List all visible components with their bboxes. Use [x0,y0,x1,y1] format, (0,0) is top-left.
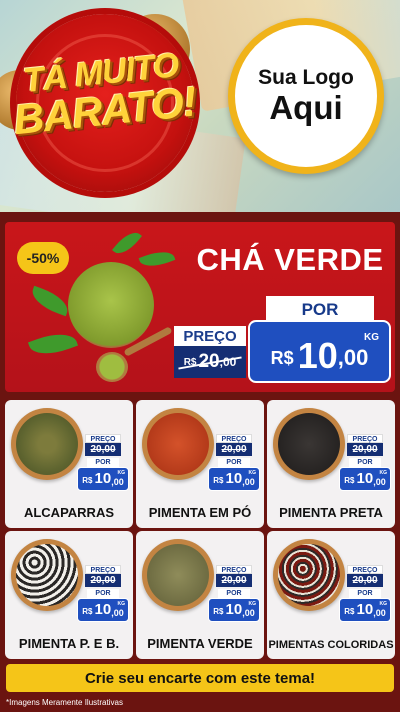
product-name: PIMENTA EM PÓ [148,505,252,520]
product-card[interactable]: PREÇO 20,00 POR R$ 10,00 KG PIMENTA VERDE [136,531,264,659]
product-card[interactable]: PREÇO 20,00 POR R$ 10,00 KG PIMENTAS COLORIDAS [267,531,395,659]
price-unit: KG [248,601,257,607]
new-price: R$ 10,00 KG [77,467,129,491]
new-price-label: POR [218,589,250,598]
product-name: PIMENTA PRETA [279,505,383,520]
new-price: R$ 10 ,00 KG [248,320,391,383]
product-name: PIMENTA P. E B. [18,636,120,651]
product-name: PIMENTAS COLORIDAS [268,639,394,651]
featured-product-name: CHÁ VERDE [196,242,384,277]
old-price: 20,00 [85,443,121,456]
product-card[interactable]: PREÇO 20,00 POR R$ 10,00 KG PIMENTA EM PÓ [136,400,264,528]
price-unit: KG [117,601,126,607]
new-price-label: POR [349,458,381,467]
product-image [142,539,214,611]
new-price: R$ 10,00 KG [208,467,260,491]
new-price-label: POR [349,589,381,598]
product-image [11,408,83,480]
old-price-label: PREÇO [216,434,252,443]
new-price: R$ 10,00 KG [339,598,391,622]
old-price: 20,00 [216,443,252,456]
discount-badge: -50% [17,242,69,274]
product-image [273,408,345,480]
old-price-label: PREÇO [347,434,383,443]
old-price: 20,00 [347,574,383,587]
logo-placeholder[interactable]: Sua Logo Aqui [228,18,384,174]
product-image [142,408,214,480]
old-price-label: PREÇO [85,434,121,443]
disclaimer-text: *Imagens Meramente Ilustrativas [6,698,123,707]
logo-text-line-1: Sua Logo [258,66,354,89]
product-card[interactable]: PREÇO 20,00 POR R$ 10,00 KG PIMENTA P. E B. [5,531,133,659]
header-banner: TÁ MUITO BARATO! Sua Logo Aqui [0,0,400,212]
new-price: R$ 10,00 KG [339,467,391,491]
old-price-box: PREÇO R$ 20 ,00 [174,326,246,378]
product-name: PIMENTA VERDE [147,636,253,651]
product-image [11,539,83,611]
price-unit: KG [379,601,388,607]
green-tea-bowl-image [68,262,154,348]
old-price: 20,00 [85,574,121,587]
new-price-label: POR [87,589,119,598]
new-price-label: POR [218,458,250,467]
tea-spoon-image [96,352,128,382]
old-price: 20,00 [216,574,252,587]
product-card[interactable]: PREÇO 20,00 POR R$ 10,00 KG ALCAPARRAS [5,400,133,528]
price-unit: KG [248,470,257,476]
new-price-label: POR [87,458,119,467]
cta-banner[interactable]: Crie seu encarte com este tema! [6,664,394,692]
logo-text-line-2: Aqui [269,89,343,126]
old-price: R$ 20 ,00 [174,346,246,378]
old-price-label: PREÇO [85,565,121,574]
product-name: ALCAPARRAS [23,505,115,520]
old-price: 20,00 [347,443,383,456]
old-price-label: PREÇO [347,565,383,574]
price-unit: KG [117,470,126,476]
product-image [273,539,345,611]
old-price-label: PREÇO [216,565,252,574]
old-price-label: PREÇO [174,326,246,346]
product-card[interactable]: PREÇO 20,00 POR R$ 10,00 KG PIMENTA PRETA [267,400,395,528]
price-unit: KG [379,470,388,476]
new-price: R$ 10,00 KG [77,598,129,622]
price-unit: KG [364,332,379,343]
new-price: R$ 10,00 KG [208,598,260,622]
